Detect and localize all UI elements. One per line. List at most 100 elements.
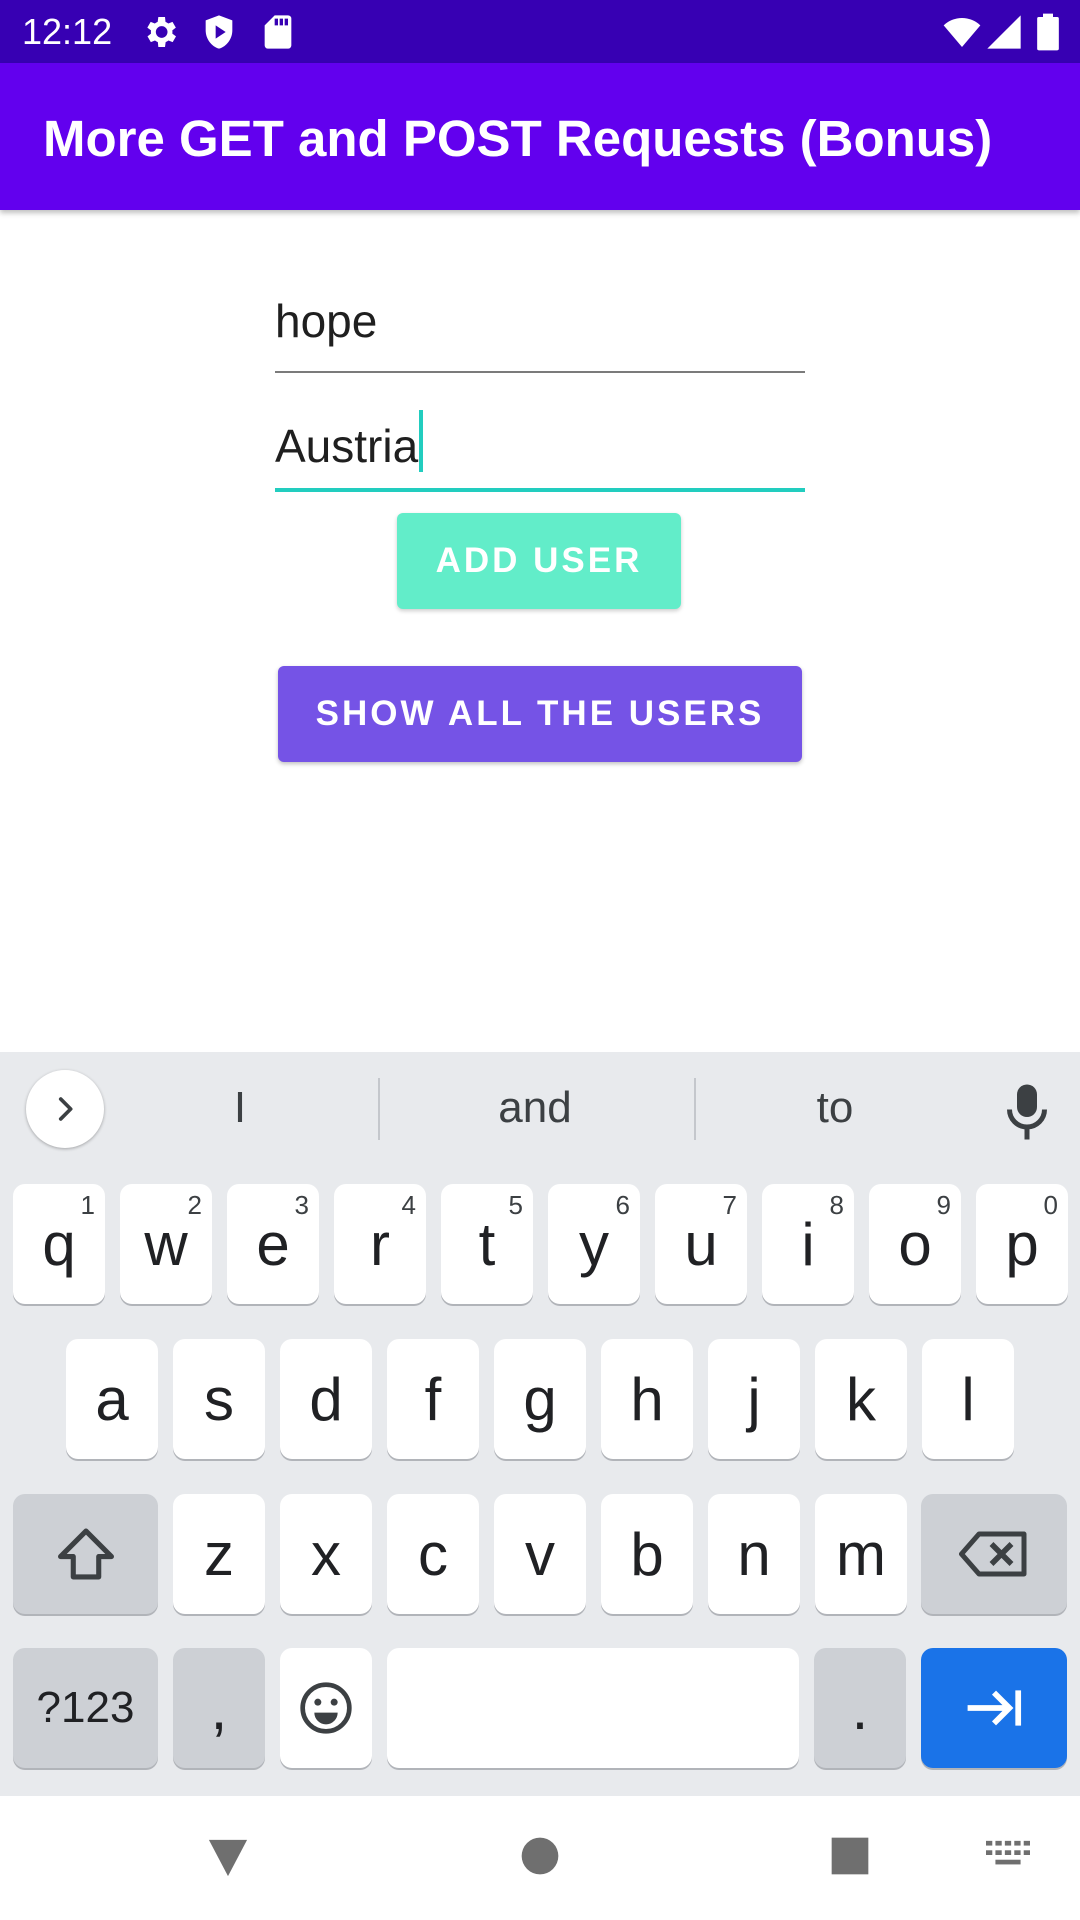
navigation-bar — [0, 1796, 1080, 1920]
key-a[interactable]: a — [66, 1339, 158, 1459]
soft-keyboard: I and to ?123 , . q1w2e3r4t5 y 6 u 7 i 8… — [0, 1052, 1080, 1796]
key-o[interactable]: o9 — [869, 1184, 961, 1304]
key-label: b — [630, 1520, 664, 1588]
key-label: d — [309, 1365, 343, 1433]
key-n[interactable]: n — [708, 1494, 800, 1614]
key-label: w — [144, 1210, 188, 1278]
back-icon[interactable] — [205, 1836, 251, 1878]
sd-card-icon — [264, 15, 292, 49]
microphone-icon[interactable] — [1002, 1082, 1052, 1142]
suggestion-2[interactable]: and — [400, 1078, 670, 1138]
key-q[interactable]: q1 — [13, 1184, 105, 1304]
app-title: More GET and POST Requests (Bonus) — [43, 110, 993, 167]
key-hint: 4 — [401, 1190, 416, 1220]
key-hint: 0 — [1043, 1190, 1058, 1220]
home-icon[interactable] — [520, 1836, 560, 1876]
suggestion-divider — [378, 1078, 380, 1140]
suggestion-3[interactable]: to — [720, 1078, 950, 1138]
key-z[interactable]: z — [173, 1494, 265, 1614]
key-label: i — [801, 1210, 815, 1278]
key-j[interactable]: j — [708, 1339, 800, 1459]
key-label: u — [684, 1210, 718, 1278]
wifi-icon — [943, 18, 981, 47]
key-label: z — [204, 1520, 234, 1588]
country-field[interactable]: Austria — [275, 410, 805, 492]
recents-icon[interactable] — [830, 1836, 870, 1876]
name-field[interactable]: hope — [275, 293, 805, 373]
key-label: x — [311, 1520, 341, 1588]
key-hint: 8 — [829, 1190, 844, 1220]
status-bar: 12:12 — [0, 0, 1080, 63]
add-user-button[interactable]: ADD USER — [397, 513, 681, 609]
next-key[interactable] — [921, 1648, 1067, 1768]
key-hint: 1 — [80, 1190, 95, 1220]
key-v[interactable]: v — [494, 1494, 586, 1614]
comma-key[interactable]: , — [173, 1648, 265, 1768]
key-t[interactable]: t5 — [441, 1184, 533, 1304]
battery-icon — [1037, 13, 1059, 51]
symbols-key[interactable]: ?123 — [13, 1648, 158, 1768]
key-label: a — [95, 1365, 129, 1433]
key-label: c — [418, 1520, 448, 1588]
chevron-right-icon — [58, 1097, 73, 1121]
suggestion-expand-button[interactable] — [26, 1070, 104, 1148]
key-e[interactable]: e3 — [227, 1184, 319, 1304]
key-p[interactable]: p0 — [976, 1184, 1068, 1304]
key-m[interactable]: m — [815, 1494, 907, 1614]
settings-icon — [147, 17, 176, 47]
key-label: t — [478, 1210, 496, 1278]
key-hint: 9 — [936, 1190, 951, 1220]
key-w[interactable]: w2 — [120, 1184, 212, 1304]
key-hint: 5 — [508, 1190, 523, 1220]
key-k[interactable]: k — [815, 1339, 907, 1459]
key-l[interactable]: l — [922, 1339, 1014, 1459]
backspace-icon — [959, 1531, 1027, 1577]
key-label: l — [961, 1365, 975, 1433]
key-g[interactable]: g — [494, 1339, 586, 1459]
key-r[interactable]: r4 — [334, 1184, 426, 1304]
key-label: h — [630, 1365, 664, 1433]
keyboard-switch-icon[interactable] — [986, 1840, 1030, 1870]
tab-next-icon — [967, 1690, 1022, 1726]
name-field-value: hope — [275, 295, 378, 347]
key-c[interactable]: c — [387, 1494, 479, 1614]
key-hint: 6 — [615, 1190, 630, 1220]
key-f[interactable]: f — [387, 1339, 479, 1459]
emoji-key[interactable] — [280, 1648, 372, 1768]
country-field-content: Austria — [275, 410, 805, 472]
key-h[interactable]: h — [601, 1339, 693, 1459]
shift-key[interactable] — [13, 1494, 158, 1614]
key-label: f — [424, 1365, 442, 1433]
shield-icon — [205, 15, 233, 49]
show-all-users-button[interactable]: SHOW ALL THE USERS — [278, 666, 802, 762]
key-d[interactable]: d — [280, 1339, 372, 1459]
backspace-key[interactable] — [921, 1494, 1067, 1614]
cell-signal-icon — [987, 15, 1021, 49]
country-field-underline — [275, 488, 805, 492]
key-y[interactable]: y6 — [548, 1184, 640, 1304]
key-label: n — [737, 1520, 771, 1588]
key-label: p — [1005, 1210, 1039, 1278]
suggestion-divider — [694, 1078, 696, 1140]
key-s[interactable]: s — [173, 1339, 265, 1459]
key-label: o — [898, 1210, 932, 1278]
key-label: e — [256, 1210, 290, 1278]
key-x[interactable]: x — [280, 1494, 372, 1614]
key-i[interactable]: i8 — [762, 1184, 854, 1304]
suggestion-1[interactable]: I — [140, 1078, 340, 1138]
key-u[interactable]: u7 — [655, 1184, 747, 1304]
key-label: k — [846, 1365, 876, 1433]
status-time: 12:12 — [22, 11, 113, 52]
key-label: v — [525, 1520, 555, 1588]
key-label: q — [42, 1210, 76, 1278]
key-b[interactable]: b — [601, 1494, 693, 1614]
name-field-underline — [275, 371, 805, 373]
key-hint: 7 — [722, 1190, 737, 1220]
text-cursor — [419, 410, 424, 472]
key-hint: 2 — [187, 1190, 202, 1220]
space-key[interactable] — [387, 1648, 799, 1768]
app-bar: More GET and POST Requests (Bonus) — [0, 63, 1080, 210]
key-label: y — [579, 1210, 609, 1278]
emoji-icon — [300, 1682, 352, 1734]
period-key[interactable]: . — [814, 1648, 906, 1768]
